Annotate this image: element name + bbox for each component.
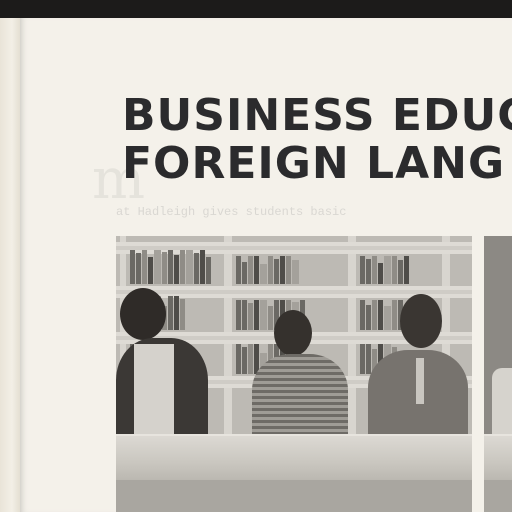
person-head — [274, 310, 312, 356]
photo-gap — [472, 236, 484, 512]
page-edge-stack — [0, 18, 20, 512]
person-head — [400, 294, 442, 348]
title-line-2: FOREIGN LANG — [122, 138, 506, 189]
railing — [116, 434, 512, 482]
person-center — [246, 310, 356, 444]
person-left — [116, 284, 226, 444]
tie — [416, 358, 424, 404]
group-photo — [116, 236, 512, 512]
page-title: BUSINESS EDUC FOREIGN LANG — [122, 92, 512, 188]
title-line-1: BUSINESS EDUC — [122, 90, 512, 141]
person-right — [368, 294, 472, 444]
book-row — [360, 256, 438, 284]
book-row — [236, 256, 344, 284]
photo-bottom-strip — [116, 480, 512, 512]
book-row — [130, 250, 220, 284]
bleed-through-glyph: m — [92, 147, 146, 212]
person-head — [120, 288, 166, 340]
yearbook-page: m BUSINESS EDUC FOREIGN LANG at Hadleigh… — [20, 18, 512, 512]
person-body — [252, 354, 348, 444]
bleed-through-text: at Hadleigh gives students basic — [116, 205, 347, 219]
shirt — [134, 344, 174, 444]
